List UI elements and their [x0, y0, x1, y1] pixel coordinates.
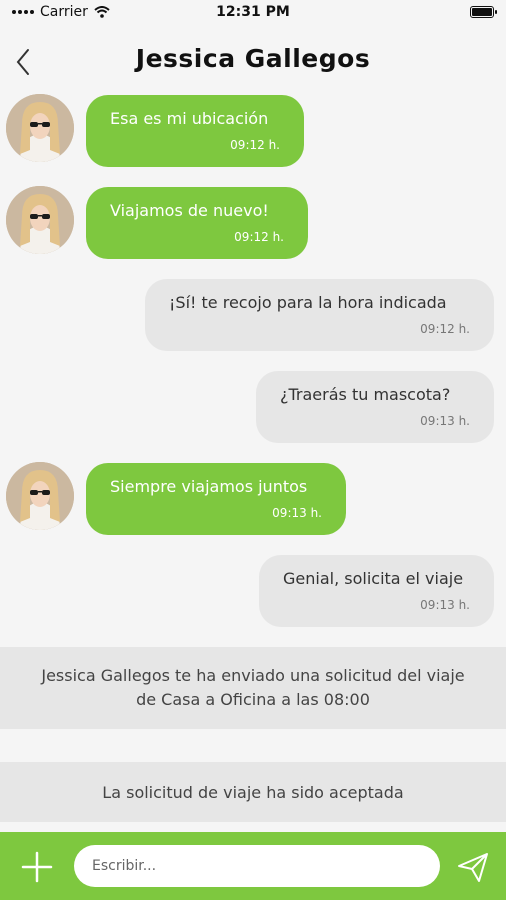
message-bubble-outgoing[interactable]: ¡Sí! te recojo para la hora indicada 09:…	[145, 279, 494, 351]
battery-icon	[470, 6, 497, 18]
message-text: Siempre viajamos juntos	[110, 477, 308, 496]
message-time: 09:13 h.	[272, 506, 322, 520]
message-time: 09:12 h.	[230, 138, 280, 152]
message-text: Viajamos de nuevo!	[110, 201, 269, 220]
message-time: 09:13 h.	[420, 598, 470, 612]
message-composer	[0, 832, 506, 900]
avatar	[6, 94, 74, 162]
page-title: Jessica Gallegos	[135, 44, 371, 73]
notice-line: La solicitud de viaje ha sido aceptada	[102, 783, 404, 802]
trip-request-notice: Jessica Gallegos te ha enviado una solic…	[0, 647, 506, 729]
message-time: 09:12 h.	[234, 230, 284, 244]
message-time: 09:12 h.	[420, 322, 470, 336]
status-time: 12:31 PM	[216, 4, 290, 20]
message-text: ¡Sí! te recojo para la hora indicada	[169, 293, 447, 312]
paper-plane-icon[interactable]	[456, 850, 490, 884]
avatar	[6, 186, 74, 254]
message-bubble-incoming[interactable]: Siempre viajamos juntos 09:13 h.	[86, 463, 346, 535]
plus-icon[interactable]	[20, 850, 54, 884]
message-text: ¿Traerás tu mascota?	[280, 385, 451, 404]
message-bubble-incoming[interactable]: Viajamos de nuevo! 09:12 h.	[86, 187, 308, 259]
status-bar: Carrier 12:31 PM	[0, 0, 506, 26]
trip-accepted-notice: La solicitud de viaje ha sido aceptada	[0, 762, 506, 822]
notice-line: de Casa a Oficina a las 08:00	[136, 690, 370, 709]
message-text: Genial, solicita el viaje	[283, 569, 464, 588]
notice-line: Jessica Gallegos te ha enviado una solic…	[41, 666, 465, 685]
message-bubble-incoming[interactable]: Esa es mi ubicación 09:12 h.	[86, 95, 304, 167]
message-input[interactable]	[74, 845, 440, 887]
chat-header: Jessica Gallegos	[0, 30, 506, 90]
message-bubble-outgoing[interactable]: ¿Traerás tu mascota? 09:13 h.	[256, 371, 494, 443]
message-time: 09:13 h.	[420, 414, 470, 428]
avatar	[6, 462, 74, 530]
message-text: Esa es mi ubicación	[110, 109, 269, 128]
message-bubble-outgoing[interactable]: Genial, solicita el viaje 09:13 h.	[259, 555, 494, 627]
